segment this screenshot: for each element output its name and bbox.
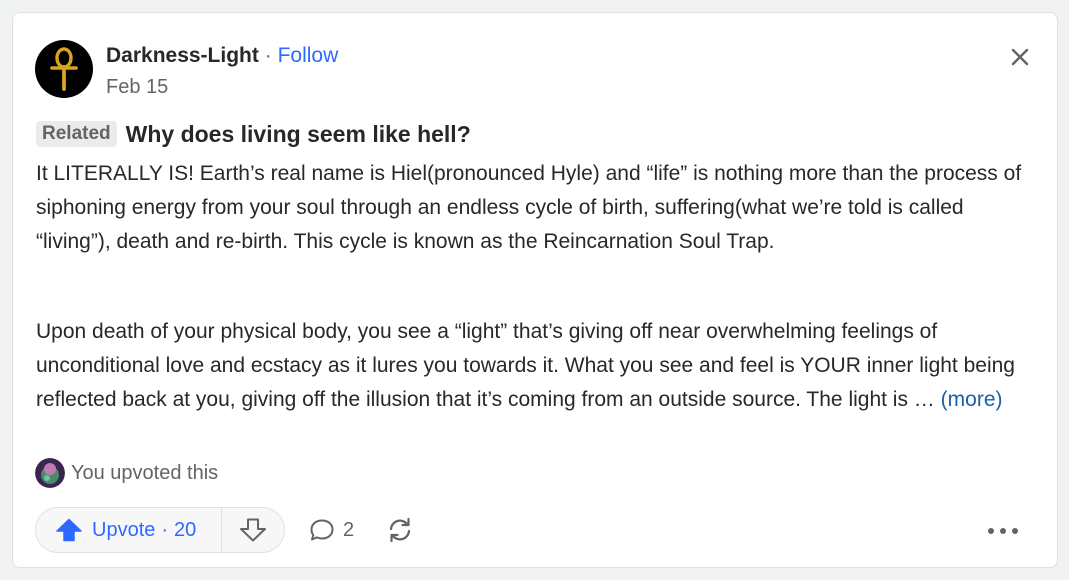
- more-link[interactable]: (more): [941, 388, 1003, 411]
- more-options-button[interactable]: [985, 519, 1021, 543]
- question-header: Related Why does living seem like hell?: [36, 119, 471, 149]
- comment-button[interactable]: 2: [309, 516, 354, 544]
- answer-paragraph-2: Upon death of your physical body, you se…: [36, 315, 1041, 416]
- answer-paragraph-2-text: Upon death of your physical body, you se…: [36, 320, 1015, 411]
- user-avatar: [35, 458, 65, 488]
- upvoted-text: You upvoted this: [71, 461, 219, 484]
- comment-icon: [310, 519, 334, 541]
- downvote-button[interactable]: [222, 508, 284, 552]
- author-avatar[interactable]: [35, 40, 93, 98]
- upvote-label: Upvote: [92, 518, 156, 541]
- user-avatar-image: [35, 458, 65, 488]
- share-button[interactable]: [386, 516, 414, 544]
- close-button[interactable]: [1006, 43, 1034, 71]
- upvote-arrow-icon: [56, 518, 82, 542]
- upvote-count: 20: [174, 518, 197, 541]
- close-icon: [1011, 48, 1029, 66]
- downvote-arrow-icon: [240, 518, 266, 542]
- ankh-icon: [50, 47, 78, 91]
- author-name[interactable]: Darkness-Light: [106, 44, 259, 67]
- upvote-separator: ·: [161, 518, 169, 541]
- follow-button[interactable]: Follow: [278, 44, 339, 67]
- author-line: Darkness-Light · Follow: [106, 43, 338, 69]
- answer-paragraph-1: It LITERALLY IS! Earth’s real name is Hi…: [36, 162, 1022, 253]
- question-title[interactable]: Why does living seem like hell?: [126, 121, 471, 148]
- upvoted-indicator: You upvoted this: [35, 458, 218, 488]
- vote-group: Upvote · 20: [35, 507, 285, 553]
- separator-dot: ·: [264, 44, 272, 67]
- share-icon: [389, 517, 411, 543]
- related-badge: Related: [36, 121, 117, 147]
- comment-count: 2: [343, 518, 355, 541]
- more-options-icon: [988, 528, 1018, 534]
- post-date[interactable]: Feb 15: [106, 75, 168, 99]
- upvote-button[interactable]: Upvote · 20: [36, 508, 222, 552]
- answer-card: Darkness-Light · Follow Feb 15 Related W…: [12, 12, 1058, 568]
